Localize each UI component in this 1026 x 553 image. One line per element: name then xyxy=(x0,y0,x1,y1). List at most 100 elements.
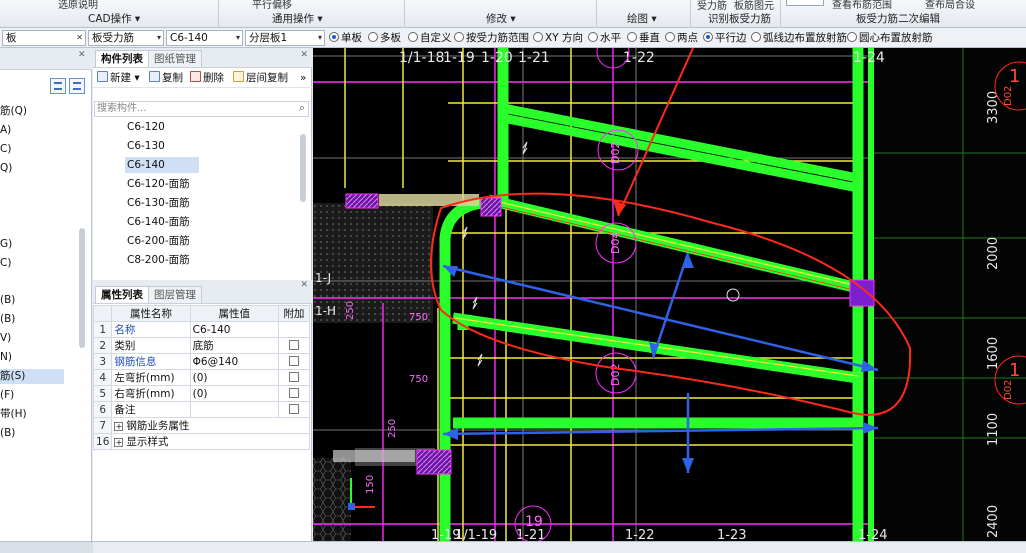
nav-item[interactable]: A) xyxy=(0,123,11,138)
nav-item[interactable]: C) xyxy=(0,142,11,157)
ribbon-clipped-label[interactable]: 选原说明 xyxy=(58,0,98,11)
property-value[interactable]: (0) xyxy=(189,385,279,402)
tab-layer-manager[interactable]: 图层管理 xyxy=(148,286,202,303)
component-row[interactable]: C6-130-面筋 xyxy=(125,195,192,211)
drawing-canvas[interactable]: 1/1-18 1-19 1-20 1-21 1-22 1-24 1-19 1/1… xyxy=(313,48,1026,541)
property-value[interactable]: (0) xyxy=(189,369,279,386)
close-icon[interactable]: ✕ xyxy=(300,50,308,60)
group-identify-slab-rebar[interactable]: 识别板受力筋 xyxy=(708,11,771,26)
tab-component-list[interactable]: 构件列表 xyxy=(95,50,149,67)
checkbox[interactable] xyxy=(288,355,299,366)
radio-horizontal[interactable]: 水平 xyxy=(588,31,621,45)
property-value[interactable]: C6-140 xyxy=(189,321,279,338)
radio-vertical[interactable]: 垂直 xyxy=(627,31,660,45)
element-subtype-select[interactable]: 板受力筋 ▾ xyxy=(88,30,164,46)
checkbox[interactable] xyxy=(288,339,299,350)
navigator-scrollbar[interactable] xyxy=(79,228,85,348)
component-search-input[interactable]: 搜索构件... ⌕ xyxy=(94,101,309,117)
nav-item[interactable]: (B) xyxy=(0,293,15,308)
component-row[interactable]: C6-140-面筋 xyxy=(125,214,192,230)
expand-plus-icon[interactable]: + xyxy=(114,437,124,447)
group-modify[interactable]: 修改 ▾ xyxy=(486,11,516,26)
component-select[interactable]: C6-140 ▾ xyxy=(166,30,243,46)
ribbon-input-clipped[interactable] xyxy=(786,0,824,6)
radio-center-radial[interactable]: 圆心布置放射筋 xyxy=(847,31,933,45)
component-row[interactable]: C6-120-面筋 xyxy=(125,176,192,192)
radio-two-points[interactable]: 两点 xyxy=(665,31,698,45)
ribbon-clipped-label[interactable]: 查看布筋范围 xyxy=(832,0,892,11)
radio-parallel-edge[interactable]: 平行边 xyxy=(703,31,747,45)
new-button[interactable]: 新建 ▾ xyxy=(97,71,140,85)
grid-view-icon[interactable] xyxy=(69,78,85,94)
component-row[interactable]: C6-120 xyxy=(125,119,167,135)
property-value[interactable]: Φ6@140 xyxy=(189,353,279,370)
property-value[interactable]: 底筋 xyxy=(189,337,279,354)
property-row[interactable]: 5 右弯折(mm) (0) xyxy=(92,385,311,402)
property-row[interactable]: 3 钢筋信息 Φ6@140 xyxy=(92,353,311,370)
nav-item[interactable]: (F) xyxy=(0,388,14,403)
property-extra[interactable] xyxy=(277,401,311,418)
group-general-ops[interactable]: 通用操作 ▾ xyxy=(272,11,323,26)
component-row[interactable]: C6-200-面筋 xyxy=(125,233,192,249)
property-extra[interactable] xyxy=(277,385,311,402)
radio-single-slab[interactable]: 单板 xyxy=(329,31,362,45)
more-icon[interactable]: » xyxy=(300,71,306,85)
tab-property-list[interactable]: 属性列表 xyxy=(95,286,149,303)
element-type-select[interactable]: 板 ✕ xyxy=(2,30,86,46)
layer-select[interactable]: 分层板1 ▾ xyxy=(245,30,325,46)
property-extra[interactable] xyxy=(277,353,311,370)
property-row[interactable]: 4 左弯折(mm) (0) xyxy=(92,369,311,386)
nav-item[interactable]: N) xyxy=(0,350,12,365)
group-cad-ops[interactable]: CAD操作 ▾ xyxy=(88,11,140,26)
property-group[interactable]: + 钢筋业务属性 xyxy=(111,417,310,434)
nav-item[interactable]: Q) xyxy=(0,161,12,176)
property-row[interactable]: 2 类别 底筋 xyxy=(92,337,311,354)
component-row-selected[interactable]: C6-140 xyxy=(125,157,199,173)
property-row[interactable]: 1 名称 C6-140 xyxy=(92,321,311,338)
close-icon[interactable]: ✕ xyxy=(78,50,86,60)
nav-item[interactable]: (B) xyxy=(0,426,15,441)
property-row-expandable[interactable]: 16 + 显示样式 xyxy=(92,433,310,450)
property-extra[interactable] xyxy=(277,369,311,386)
group-slab-rebar-edit[interactable]: 板受力筋二次编辑 xyxy=(856,11,940,26)
component-scrollbar[interactable] xyxy=(300,134,306,202)
nav-item[interactable]: C) xyxy=(0,256,11,271)
nav-item[interactable]: 带(H) xyxy=(0,407,27,422)
component-row[interactable]: C8-200-面筋 xyxy=(125,252,192,268)
copy-between-floors-button[interactable]: 层间复制 xyxy=(233,71,288,85)
tab-drawing-manager[interactable]: 图纸管理 xyxy=(148,50,202,67)
radio-multi-slab[interactable]: 多板 xyxy=(368,31,401,45)
property-extra[interactable] xyxy=(277,337,311,354)
checkbox[interactable] xyxy=(288,371,299,382)
list-view-icon[interactable] xyxy=(50,78,66,94)
radio-dot-icon xyxy=(329,32,339,42)
close-icon[interactable]: ✕ xyxy=(300,280,308,290)
checkbox[interactable] xyxy=(288,387,299,398)
radio-xy-direction[interactable]: XY 方向 xyxy=(533,31,583,45)
nav-item-slab-rebar[interactable]: 筋(S) xyxy=(0,369,64,384)
ribbon-clipped-label[interactable]: 平行偏移 xyxy=(252,0,292,11)
property-row-expandable[interactable]: 7 + 钢筋业务属性 xyxy=(92,417,310,434)
ribbon-clipped-label[interactable]: 查布局合设 xyxy=(925,0,975,11)
component-row[interactable]: C6-130 xyxy=(125,138,167,154)
navigator-header: ✕ xyxy=(0,48,92,70)
radio-custom[interactable]: 自定义 xyxy=(408,31,452,45)
group-draw[interactable]: 绘图 ▾ xyxy=(627,11,657,26)
nav-item[interactable]: 筋(Q) xyxy=(0,104,27,119)
delete-button[interactable]: 删除 xyxy=(190,71,224,85)
search-icon[interactable]: ⌕ xyxy=(299,101,305,115)
radio-arc-radial[interactable]: 弧线边布置放射筋 xyxy=(751,31,847,45)
property-row[interactable]: 6 备注 xyxy=(92,401,311,418)
radio-by-rebar-range[interactable]: 按受力筋范围 xyxy=(454,31,529,45)
drawing-svg[interactable]: 1/1-18 1-19 1-20 1-21 1-22 1-24 1-19 1/1… xyxy=(313,48,1026,541)
property-value[interactable] xyxy=(189,401,279,418)
nav-item[interactable]: V) xyxy=(0,331,11,346)
expand-plus-icon[interactable]: + xyxy=(114,421,124,431)
copy-button[interactable]: 复制 xyxy=(149,71,183,85)
nav-item[interactable]: G) xyxy=(0,237,12,252)
checkbox[interactable] xyxy=(288,403,299,414)
property-extra xyxy=(277,321,311,338)
nav-item[interactable]: (B) xyxy=(0,312,15,327)
column-block xyxy=(345,193,379,209)
property-group[interactable]: + 显示样式 xyxy=(111,433,310,450)
